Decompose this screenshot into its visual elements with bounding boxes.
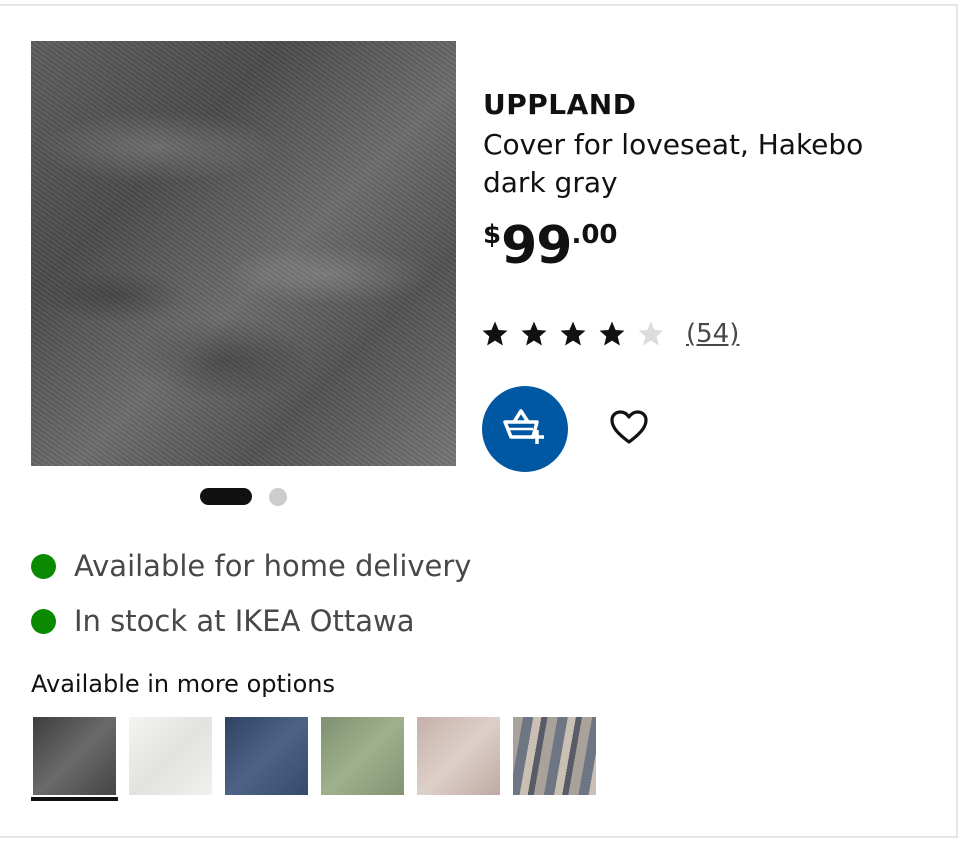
availability-home-delivery: Available for home delivery bbox=[31, 549, 471, 583]
price-decimal: .00 bbox=[571, 220, 618, 250]
selected-swatch-indicator bbox=[31, 797, 118, 801]
star-filled-icon bbox=[559, 320, 587, 348]
swatch-beige[interactable] bbox=[417, 717, 500, 795]
rating[interactable]: (54) bbox=[481, 316, 739, 352]
product-description[interactable]: Cover for loveseat, Hakebo dark gray bbox=[483, 126, 923, 202]
product-brand[interactable]: UPPLAND bbox=[483, 88, 636, 121]
more-options-title: Available in more options bbox=[31, 670, 335, 698]
price-currency: $ bbox=[483, 220, 502, 250]
swatch-white[interactable] bbox=[129, 717, 212, 795]
rating-stars bbox=[481, 320, 676, 348]
product-image[interactable] bbox=[31, 41, 456, 466]
star-filled-icon bbox=[481, 320, 509, 348]
carousel-dot[interactable] bbox=[269, 488, 287, 506]
add-to-cart-button[interactable] bbox=[482, 386, 568, 472]
availability-label: In stock at IKEA Ottawa bbox=[74, 604, 415, 638]
description-line-2: dark gray bbox=[483, 166, 618, 199]
review-count[interactable]: (54) bbox=[686, 319, 739, 349]
availability-store-stock[interactable]: In stock at IKEA Ottawa bbox=[31, 604, 414, 638]
swatch-green[interactable] bbox=[321, 717, 404, 795]
carousel-dot-active[interactable] bbox=[200, 488, 252, 505]
description-line-1: Cover for loveseat, Hakebo bbox=[483, 128, 864, 161]
swatch-blue[interactable] bbox=[225, 717, 308, 795]
status-dot bbox=[31, 608, 56, 634]
wishlist-button[interactable] bbox=[604, 406, 654, 452]
product-price: $99.00 bbox=[483, 216, 618, 276]
add-to-cart-icon bbox=[503, 407, 547, 451]
swatch-dark-gray[interactable] bbox=[33, 717, 116, 795]
price-integer: 99 bbox=[501, 216, 572, 276]
swatch-striped[interactable] bbox=[513, 717, 596, 795]
star-filled-icon bbox=[598, 320, 626, 348]
star-filled-icon bbox=[520, 320, 548, 348]
availability-label: Available for home delivery bbox=[74, 549, 472, 583]
status-dot bbox=[31, 553, 56, 579]
star-empty-icon bbox=[637, 320, 665, 348]
heart-icon bbox=[609, 409, 649, 449]
